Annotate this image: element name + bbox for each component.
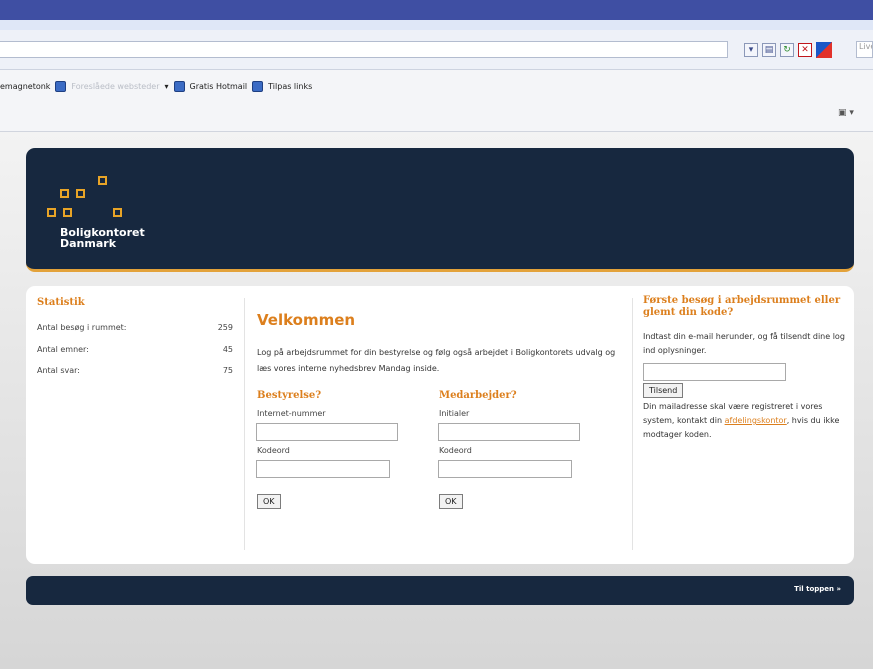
link-emagnetonk[interactable]: emagnetonk <box>0 82 50 91</box>
logo-square-icon <box>98 176 107 185</box>
links-row: emagnetonk Foreslåede websteder ▾ Gratis… <box>0 81 312 92</box>
browser-titlebar-strip <box>0 20 873 30</box>
board-login-title: Bestyrelse? <box>257 390 322 401</box>
site-header: Boligkontoret Danmark <box>26 148 854 272</box>
search-provider-icon[interactable] <box>816 42 832 58</box>
page-menu-icon[interactable]: ▣ ▾ <box>838 108 854 118</box>
link-suggested-sites[interactable]: Foreslåede websteder <box>71 82 159 91</box>
stat-value: 45 <box>222 345 233 354</box>
back-to-top-link[interactable]: Til toppen » <box>794 585 841 593</box>
stat-row: Antal besøg i rummet: 259 <box>37 323 233 332</box>
favorites-icon <box>173 81 185 92</box>
stat-label: Antal svar: <box>37 366 80 375</box>
initials-input[interactable] <box>438 423 580 441</box>
column-divider <box>632 298 633 550</box>
links-toolbar: emagnetonk Foreslåede websteder ▾ Gratis… <box>0 70 873 132</box>
column-divider <box>244 298 245 550</box>
board-password-label: Kodeord <box>257 446 290 455</box>
link-hotmail[interactable]: Gratis Hotmail <box>190 82 248 91</box>
address-bar-icons: ▾ ▤ ↻ ✕ <box>744 42 832 58</box>
main-content-panel: Statistik Antal besøg i rummet: 259 Anta… <box>26 286 854 564</box>
forgot-code-title: Første besøg i arbejdsrummet eller glemt… <box>643 295 841 318</box>
link-customize[interactable]: Tilpas links <box>268 82 312 91</box>
intro-text: Log på arbejdsrummet for din bestyrelse … <box>257 348 616 373</box>
send-button[interactable]: Tilsend <box>643 383 684 398</box>
forgot-code-instructions: Indtast din e-mail herunder, og få tilse… <box>643 332 845 355</box>
internet-number-input[interactable] <box>256 423 398 441</box>
browser-search-input[interactable]: Live <box>856 41 873 58</box>
favorites-icon <box>252 81 264 92</box>
stat-label: Antal besøg i rummet: <box>37 323 127 332</box>
stat-row: Antal emner: 45 <box>37 345 233 354</box>
dropdown-icon[interactable]: ▾ <box>744 43 758 57</box>
site-logo-text[interactable]: Boligkontoret Danmark <box>60 227 145 249</box>
site-footer: Til toppen » <box>26 576 854 605</box>
logo-square-icon <box>47 208 56 217</box>
staff-password-input[interactable] <box>438 460 572 478</box>
stat-label: Antal emner: <box>37 345 89 354</box>
initials-label: Initialer <box>439 409 470 418</box>
refresh-icon[interactable]: ↻ <box>780 43 794 57</box>
logo-square-icon <box>63 208 72 217</box>
board-password-input[interactable] <box>256 460 390 478</box>
stats-title: Statistik <box>37 297 85 308</box>
chevron-down-icon[interactable]: ▾ <box>164 82 168 91</box>
department-office-link[interactable]: afdelingskontor <box>725 416 787 425</box>
stat-row: Antal svar: 75 <box>37 366 233 375</box>
staff-password-label: Kodeord <box>439 446 472 455</box>
stat-value: 259 <box>217 323 233 332</box>
stop-icon[interactable]: ✕ <box>798 43 812 57</box>
stat-value: 75 <box>222 366 233 375</box>
registration-note: Din mailadresse skal være registreret i … <box>643 400 848 442</box>
staff-ok-button[interactable]: OK <box>439 494 463 509</box>
staff-login-title: Medarbejder? <box>439 390 517 401</box>
board-ok-button[interactable]: OK <box>257 494 281 509</box>
logo-line-2: Danmark <box>60 237 117 250</box>
logo-square-icon <box>113 208 122 217</box>
favorites-icon <box>55 81 67 92</box>
compatibility-icon[interactable]: ▤ <box>762 43 776 57</box>
email-input[interactable] <box>643 363 786 381</box>
page-title: Velkommen <box>257 311 356 329</box>
logo-square-icon <box>60 189 69 198</box>
internet-number-label: Internet-nummer <box>257 409 326 418</box>
address-bar: ▾ ▤ ↻ ✕ Live <box>0 30 873 70</box>
address-input[interactable] <box>0 41 728 58</box>
logo-square-icon <box>76 189 85 198</box>
